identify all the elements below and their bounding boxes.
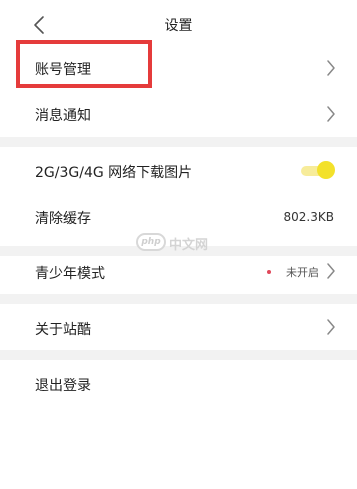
settings-row-network-images: 2G/3G/4G 网络下载图片 [0, 147, 357, 193]
network-images-toggle[interactable] [301, 161, 335, 179]
row-label-clear-cache: 清除缓存 [35, 211, 91, 227]
row-label-teen-mode: 青少年模式 [35, 266, 105, 282]
section-divider [0, 294, 357, 304]
status-dot [267, 270, 271, 274]
cache-size-value: 802.3KB [283, 210, 334, 224]
logout-label: 退出登录 [35, 378, 91, 394]
row-label-about: 关于站酷 [35, 322, 91, 338]
chevron-right-icon [327, 106, 335, 122]
section-divider [0, 137, 357, 147]
chevron-right-icon [327, 319, 335, 335]
row-label-notifications: 消息通知 [35, 108, 91, 124]
header-bar: 设置 [0, 0, 357, 50]
page-title: 设置 [164, 18, 193, 34]
row-label-network-images: 2G/3G/4G 网络下载图片 [35, 165, 193, 181]
section-divider [0, 350, 357, 360]
chevron-right-icon [327, 60, 335, 76]
logout-row[interactable]: 退出登录 [0, 360, 357, 406]
watermark-logo-text: php [141, 237, 161, 247]
chevron-right-icon [327, 263, 335, 279]
toggle-knob [317, 161, 335, 179]
row-label-account: 账号管理 [35, 62, 91, 78]
watermark-logo: php [136, 233, 166, 251]
watermark: php 中文网 [136, 232, 226, 254]
teen-mode-status: 未开启 [286, 266, 319, 279]
settings-row-about[interactable]: 关于站酷 [0, 304, 357, 350]
watermark-text: 中文网 [169, 238, 209, 253]
settings-row-account[interactable]: 账号管理 [0, 45, 357, 90]
settings-row-notifications[interactable]: 消息通知 [0, 90, 357, 135]
